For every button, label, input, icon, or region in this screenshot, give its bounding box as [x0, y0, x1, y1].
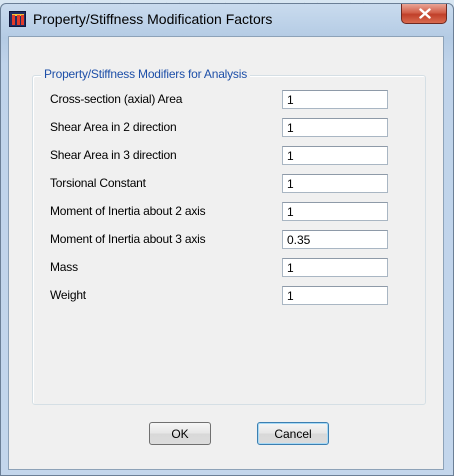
label-shear-area-3: Shear Area in 3 direction	[50, 148, 177, 162]
input-weight[interactable]	[282, 286, 388, 305]
app-icon	[9, 11, 26, 27]
ok-button[interactable]: OK	[149, 422, 211, 445]
cancel-button[interactable]: Cancel	[257, 422, 329, 445]
label-weight: Weight	[50, 288, 86, 302]
close-icon	[419, 8, 431, 19]
close-button[interactable]	[401, 4, 447, 24]
label-axial-area: Cross-section (axial) Area	[50, 92, 183, 106]
input-inertia-3[interactable]	[282, 230, 388, 249]
label-inertia-2: Moment of Inertia about 2 axis	[50, 204, 206, 218]
dialog-title: Property/Stiffness Modification Factors	[33, 11, 273, 27]
label-shear-area-2: Shear Area in 2 direction	[50, 120, 177, 134]
input-mass[interactable]	[282, 258, 388, 277]
label-mass: Mass	[50, 260, 78, 274]
input-shear-area-3[interactable]	[282, 146, 388, 165]
input-shear-area-2[interactable]	[282, 118, 388, 137]
label-torsional-constant: Torsional Constant	[50, 176, 146, 190]
input-axial-area[interactable]	[282, 90, 388, 109]
input-torsional-constant[interactable]	[282, 174, 388, 193]
title-bar[interactable]: Property/Stiffness Modification Factors	[1, 4, 453, 40]
label-inertia-3: Moment of Inertia about 3 axis	[50, 232, 206, 246]
group-legend: Property/Stiffness Modifiers for Analysi…	[41, 67, 250, 81]
input-inertia-2[interactable]	[282, 202, 388, 221]
